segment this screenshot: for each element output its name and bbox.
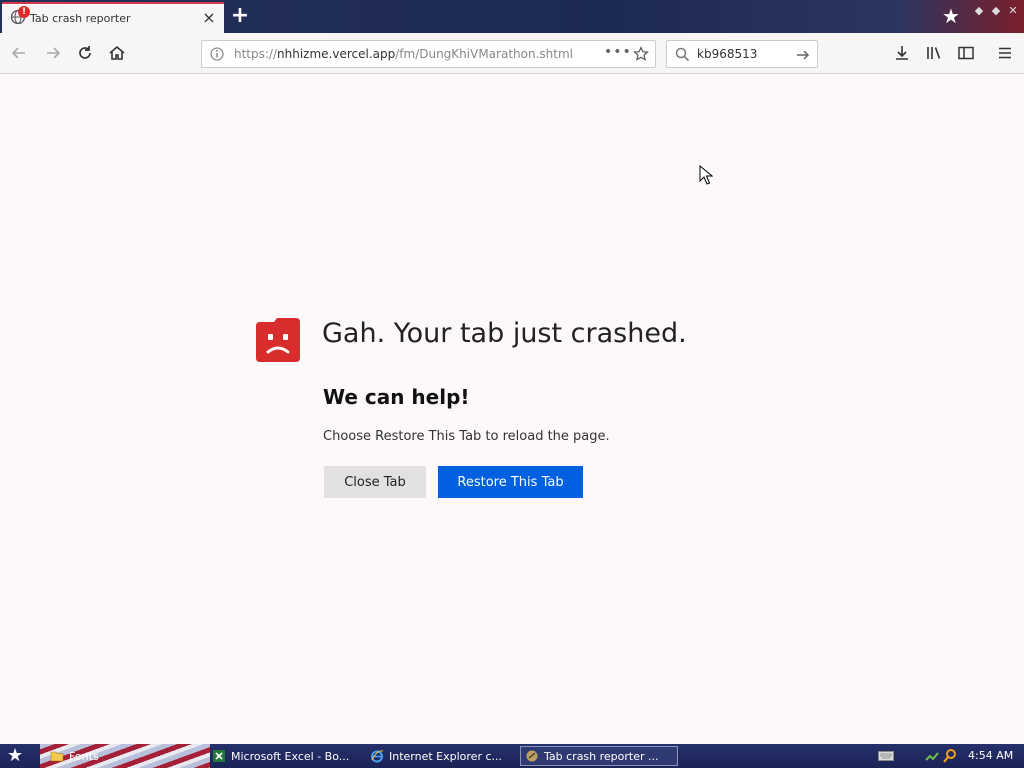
network-icon[interactable] — [924, 748, 940, 764]
reload-button[interactable] — [74, 42, 96, 64]
tab-crash-reporter[interactable]: ! Tab crash reporter × — [2, 2, 224, 33]
start-button[interactable]: ★ — [7, 746, 23, 766]
tab-title: Tab crash reporter — [30, 12, 131, 25]
url-path: /fm/DungKhiVMarathon.shtml — [395, 47, 573, 61]
taskbar-label: Microsoft Excel - Bo... — [231, 749, 350, 763]
search-icon — [675, 47, 690, 62]
search-input[interactable] — [697, 45, 787, 63]
close-tab-button[interactable]: Close Tab — [324, 466, 426, 498]
taskbar-item-tab-crash-reporter[interactable]: Tab crash reporter ... — [520, 746, 678, 766]
restore-tab-button[interactable]: Restore This Tab — [438, 466, 583, 498]
menu-button[interactable] — [994, 42, 1016, 64]
url-prefix: https:// — [234, 47, 278, 61]
crash-page: Gah. Your tab just crashed. We can help!… — [0, 74, 1024, 744]
sad-tab-icon — [256, 318, 300, 362]
folder-icon — [50, 751, 64, 762]
downloads-button[interactable] — [891, 42, 913, 64]
search-go-arrow-icon[interactable] — [795, 47, 811, 63]
home-icon — [109, 45, 125, 60]
download-icon — [896, 46, 908, 60]
taskbar-label: Tab crash reporter ... — [544, 749, 659, 763]
forward-button[interactable] — [42, 42, 64, 64]
url-bar[interactable]: https://nhhizme.vercel.app/fm/DungKhiVMa… — [201, 40, 656, 68]
info-icon[interactable] — [210, 47, 224, 61]
reload-icon — [79, 46, 91, 59]
keyboard-icon[interactable] — [878, 751, 894, 761]
taskbar: ★ Fonts Microsoft Excel - Bo... Internet… — [0, 744, 1024, 768]
hamburger-menu-icon — [999, 47, 1011, 59]
nav-toolbar: https://nhhizme.vercel.app/fm/DungKhiVMa… — [0, 33, 1024, 74]
url-host: nhhizme.vercel.app — [277, 47, 396, 61]
search-bar[interactable] — [666, 40, 818, 68]
back-button[interactable] — [8, 42, 30, 64]
sidebar-button[interactable] — [955, 42, 977, 64]
tab-strip: ! Tab crash reporter × + ★ ◆ ◆ ✕ — [0, 0, 1024, 33]
forward-arrow-icon — [47, 47, 61, 59]
crash-title: Gah. Your tab just crashed. — [322, 318, 687, 349]
taskbar-label: Fonts — [69, 749, 99, 763]
search-tray-icon[interactable] — [942, 748, 958, 764]
excel-icon — [213, 750, 225, 762]
home-button[interactable] — [106, 42, 128, 64]
taskbar-item-internet-explorer[interactable]: Internet Explorer c... — [366, 746, 514, 766]
bookmark-star-icon[interactable] — [633, 46, 649, 62]
close-tab-icon[interactable]: × — [202, 10, 216, 26]
mouse-cursor-icon — [699, 165, 713, 185]
crash-description: Choose Restore This Tab to reload the pa… — [323, 429, 610, 444]
taskbar-label: Internet Explorer c... — [389, 749, 503, 763]
library-icon — [927, 47, 941, 59]
back-arrow-icon — [11, 47, 25, 59]
taskbar-item-excel[interactable]: Microsoft Excel - Bo... — [208, 746, 358, 766]
url-text[interactable]: https://nhhizme.vercel.app/fm/DungKhiVMa… — [234, 47, 573, 61]
window-maximize-icon[interactable]: ◆ — [989, 4, 1003, 18]
window-close-icon[interactable]: ✕ — [1006, 4, 1020, 18]
sidebar-icon — [958, 46, 974, 60]
star-logo-icon: ★ — [942, 4, 960, 28]
library-button[interactable] — [923, 42, 945, 64]
taskbar-clock: 4:54 AM — [968, 749, 1014, 762]
window-minimize-icon[interactable]: ◆ — [972, 4, 986, 18]
new-tab-button[interactable]: + — [230, 5, 250, 27]
internet-explorer-icon — [371, 750, 384, 763]
page-actions-icon[interactable]: ••• — [604, 44, 632, 60]
alert-badge-icon: ! — [18, 6, 30, 18]
crash-subtitle: We can help! — [323, 385, 470, 409]
taskbar-item-fonts[interactable]: Fonts — [46, 746, 196, 766]
crash-reporter-icon — [526, 750, 538, 762]
